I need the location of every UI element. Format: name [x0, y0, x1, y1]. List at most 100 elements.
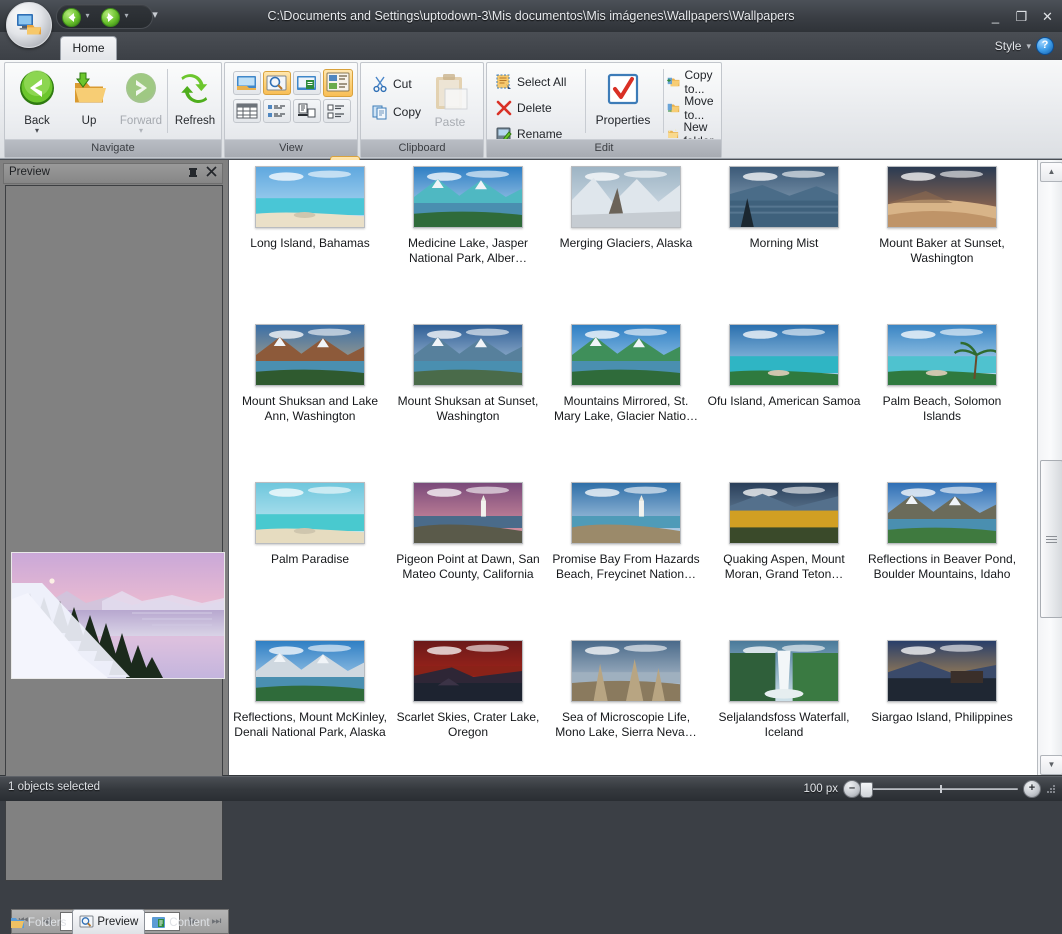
file-item[interactable]: Mount Shuksan and Lake Ann, Washington [231, 324, 389, 424]
paste-button[interactable]: Paste [423, 71, 477, 129]
copy-button[interactable]: Copy [371, 101, 421, 123]
view-medium-icons-button[interactable] [293, 71, 321, 95]
zoom-slider-thumb[interactable] [860, 782, 873, 798]
ribbon-forward-dropdown[interactable]: ▾ [115, 127, 167, 135]
file-item[interactable]: Promise Bay From Hazards Beach, Freycine… [547, 482, 705, 582]
close-icon[interactable] [204, 165, 218, 180]
forward-history-dropdown[interactable]: ▾ [122, 12, 131, 19]
back-button[interactable] [62, 8, 81, 27]
file-thumbnail[interactable] [571, 482, 681, 544]
scroll-up-button[interactable]: ▲ [1040, 162, 1062, 182]
file-item[interactable]: Scarlet Skies, Crater Lake, Oregon [389, 640, 547, 740]
vertical-scrollbar[interactable]: ▲ ▼ [1037, 160, 1062, 775]
file-thumbnail[interactable] [571, 166, 681, 228]
file-item[interactable]: Quaking Aspen, Mount Moran, Grand Teton… [705, 482, 863, 582]
file-item[interactable]: Ofu Island, American Samoa [705, 324, 863, 409]
ribbon-back-button[interactable]: Back ▾ [11, 69, 63, 137]
file-thumbnail[interactable] [729, 640, 839, 702]
file-item[interactable]: Seljalandsfoss Waterfall, Iceland [705, 640, 863, 740]
delete-button[interactable]: Delete [495, 97, 552, 119]
select-all-button[interactable]: Select All [495, 71, 566, 93]
file-caption: Merging Glaciers, Alaska [547, 236, 705, 251]
pane-tab-preview[interactable]: Preview [72, 909, 145, 934]
ribbon-forward-button[interactable]: Forward ▾ [115, 69, 167, 137]
file-item[interactable]: Sea of Microscopie Life, Mono Lake, Sier… [547, 640, 705, 740]
resize-grip-icon[interactable] [1046, 782, 1058, 796]
cut-label: Cut [393, 77, 412, 91]
file-item[interactable]: Palm Paradise [231, 482, 389, 567]
file-item[interactable]: Reflections in Beaver Pond, Boulder Moun… [863, 482, 1021, 582]
customize-quick-access-icon[interactable]: ▾ [148, 8, 162, 22]
file-thumbnail[interactable] [887, 324, 997, 386]
forward-button[interactable] [101, 8, 120, 27]
file-item[interactable]: Merging Glaciers, Alaska [547, 166, 705, 251]
view-small-icons-button[interactable] [323, 99, 351, 123]
tab-home[interactable]: Home [60, 36, 117, 61]
file-thumbnail[interactable] [887, 640, 997, 702]
file-thumbnail[interactable] [413, 166, 523, 228]
ribbon-back-dropdown[interactable]: ▾ [11, 127, 63, 135]
move-to-folder-icon [667, 99, 680, 117]
zoom-in-button[interactable]: + [1023, 780, 1041, 798]
file-item[interactable]: Morning Mist [705, 166, 863, 251]
file-thumbnail[interactable] [413, 640, 523, 702]
ribbon-refresh-button[interactable]: Refresh [169, 69, 221, 137]
help-icon[interactable]: ? [1036, 37, 1054, 55]
maximize-button[interactable]: ❐ [1013, 8, 1030, 25]
computer-folder-icon [16, 13, 42, 35]
file-caption: Palm Beach, Solomon Islands [863, 394, 1021, 424]
file-thumbnail[interactable] [729, 324, 839, 386]
view-details-grid-button[interactable] [233, 99, 261, 123]
scrollbar-thumb[interactable] [1040, 460, 1062, 618]
move-to-button[interactable]: Move to... [667, 97, 721, 119]
file-item[interactable]: Reflections, Mount McKinley, Denali Nati… [231, 640, 389, 740]
view-large-icons-button[interactable] [263, 71, 291, 95]
file-thumbnail[interactable] [729, 166, 839, 228]
pin-icon[interactable] [186, 166, 200, 180]
file-thumbnail[interactable] [255, 482, 365, 544]
file-item[interactable]: Long Island, Bahamas [231, 166, 389, 251]
file-thumbnail[interactable] [571, 324, 681, 386]
file-thumbnail[interactable] [413, 482, 523, 544]
file-item[interactable]: Mountains Mirrored, St. Mary Lake, Glaci… [547, 324, 705, 424]
preview-pane-header: Preview [3, 163, 223, 184]
cut-button[interactable]: Cut [371, 73, 412, 95]
pane-tab-folders[interactable]: Folders [4, 912, 72, 934]
file-item[interactable]: Medicine Lake, Jasper National Park, Alb… [389, 166, 547, 266]
back-history-dropdown[interactable]: ▾ [83, 12, 92, 19]
file-item[interactable]: Siargao Island, Philippines [863, 640, 1021, 725]
minimize-button[interactable]: _ [987, 8, 1004, 25]
zoom-slider[interactable] [866, 782, 1018, 796]
file-item[interactable]: Pigeon Point at Dawn, San Mateo County, … [389, 482, 547, 582]
view-extra-large-icons-button[interactable] [233, 71, 261, 95]
file-grid[interactable]: Long Island, Bahamas Medicine Lake, Jasp… [229, 160, 1037, 775]
copy-to-button[interactable]: Copy to... [667, 71, 721, 93]
chevron-down-icon[interactable]: ▾ [1026, 41, 1031, 52]
ribbon-divider [167, 69, 168, 133]
file-thumbnail[interactable] [255, 640, 365, 702]
file-item[interactable]: Palm Beach, Solomon Islands [863, 324, 1021, 424]
file-thumbnail[interactable] [729, 482, 839, 544]
up-folder-icon [67, 69, 111, 111]
file-thumbnail[interactable] [255, 166, 365, 228]
ribbon-up-button[interactable]: Up [63, 69, 115, 137]
scroll-down-button[interactable]: ▼ [1040, 755, 1062, 775]
zoom-out-button[interactable]: – [843, 780, 861, 798]
file-caption: Mount Baker at Sunset, Washington [863, 236, 1021, 266]
view-tiles-button[interactable] [293, 99, 321, 123]
file-item[interactable]: Mount Baker at Sunset, Washington [863, 166, 1021, 266]
pane-tab-content[interactable]: Content [145, 912, 215, 934]
properties-button[interactable]: Properties [587, 71, 659, 127]
application-menu-button[interactable] [6, 2, 52, 48]
style-label[interactable]: Style [995, 39, 1022, 53]
file-thumbnail[interactable] [571, 640, 681, 702]
view-list-button[interactable] [263, 99, 291, 123]
close-button[interactable]: ✕ [1039, 8, 1056, 25]
file-thumbnail[interactable] [887, 166, 997, 228]
file-item[interactable]: Mount Shuksan at Sunset, Washington [389, 324, 547, 424]
file-thumbnail[interactable] [255, 324, 365, 386]
preview-image[interactable] [11, 552, 225, 679]
file-thumbnail[interactable] [413, 324, 523, 386]
view-thumbnails-button[interactable] [323, 69, 353, 97]
file-thumbnail[interactable] [887, 482, 997, 544]
